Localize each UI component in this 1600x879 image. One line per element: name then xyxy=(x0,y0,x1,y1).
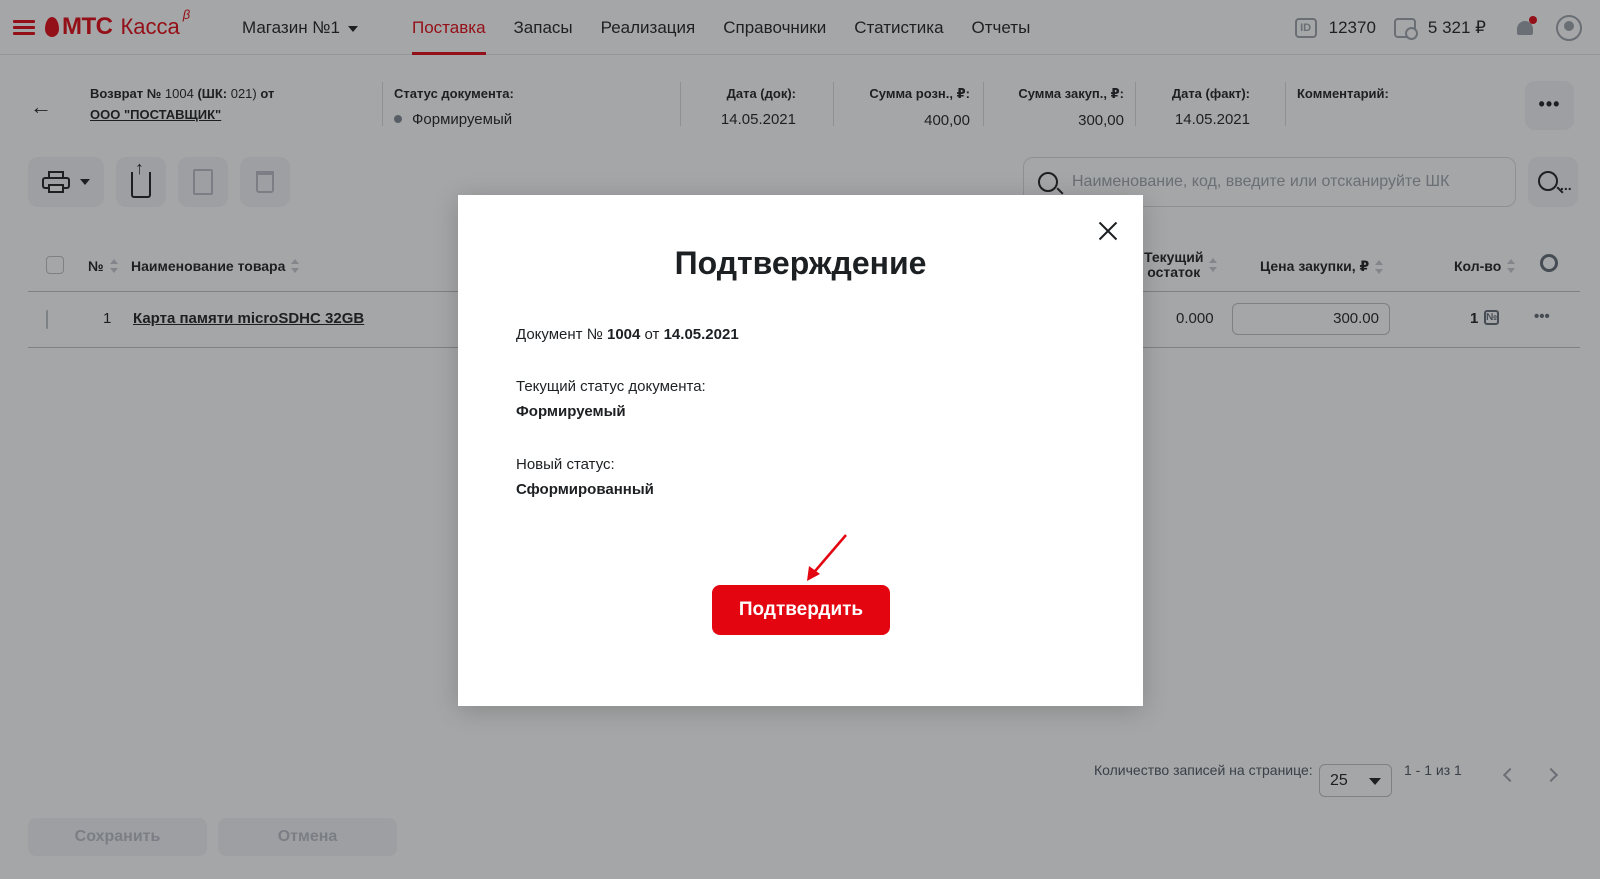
pointer-arrow-icon xyxy=(807,534,847,581)
confirmation-dialog: Подтверждение Документ № 1004 от 14.05.2… xyxy=(458,195,1143,706)
